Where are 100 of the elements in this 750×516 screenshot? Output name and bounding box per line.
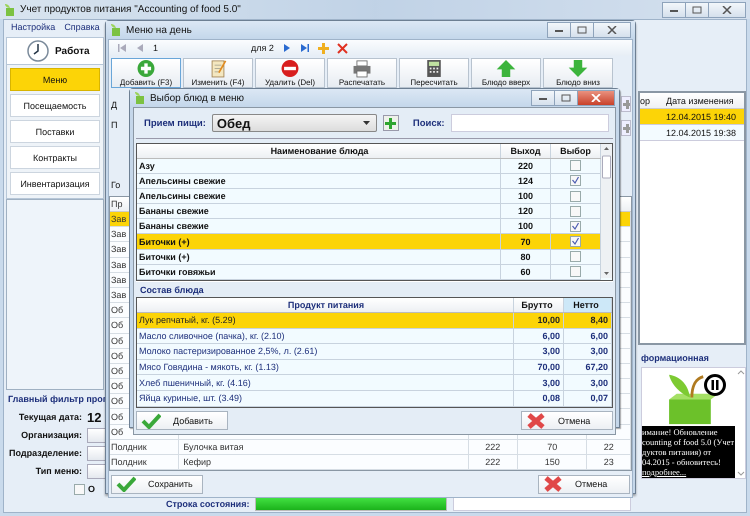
checkbox[interactable] bbox=[570, 251, 581, 262]
date-value: 12 bbox=[87, 410, 102, 424]
maximize-button[interactable] bbox=[554, 90, 578, 106]
scrollbar[interactable] bbox=[737, 368, 745, 478]
table-cell: Зав bbox=[111, 229, 126, 240]
scrollbar[interactable] bbox=[601, 144, 612, 278]
close-icon bbox=[722, 6, 732, 14]
checkbox[interactable] bbox=[570, 160, 581, 172]
status-label: Строка состояния: bbox=[166, 498, 250, 508]
more-link[interactable]: подробнее... bbox=[642, 467, 735, 477]
table-cell: Зав bbox=[111, 214, 126, 224]
toolbar-button[interactable]: Удалить (Del) bbox=[255, 58, 325, 88]
toolbar-button[interactable]: Пересчитать bbox=[399, 58, 469, 88]
select-field[interactable] bbox=[87, 464, 106, 478]
toolbar-button[interactable]: Изменить (F4) bbox=[183, 58, 253, 88]
nav-button[interactable]: Поставки bbox=[10, 120, 100, 143]
work-tab[interactable]: Работа bbox=[6, 37, 104, 64]
close-button[interactable] bbox=[708, 2, 746, 18]
cross-icon bbox=[526, 412, 546, 429]
nav-button[interactable]: Инвентаризация bbox=[10, 172, 100, 195]
column-header: Наименование блюда bbox=[137, 144, 501, 158]
table-cell: 80 bbox=[501, 250, 551, 264]
pause-icon[interactable] bbox=[704, 374, 726, 396]
dialog-button[interactable]: Сохранить bbox=[111, 474, 203, 494]
table-cell: 3,00 bbox=[564, 344, 612, 359]
add-button[interactable] bbox=[382, 115, 399, 131]
table-cell: 70 bbox=[547, 442, 558, 452]
field-label: Тип меню: bbox=[34, 466, 82, 476]
close-button[interactable] bbox=[577, 90, 615, 106]
checkbox[interactable] bbox=[570, 220, 581, 232]
check-icon bbox=[141, 412, 161, 429]
news-text: counting of food 5.0 (Учет bbox=[642, 437, 735, 447]
column-header: Продукт питания bbox=[137, 298, 514, 312]
table-cell: Об bbox=[111, 396, 124, 406]
menu-item[interactable]: Справка bbox=[64, 22, 100, 34]
table-cell: 8,40 bbox=[564, 313, 612, 328]
checkbox[interactable] bbox=[570, 206, 581, 217]
search-field[interactable] bbox=[450, 114, 609, 132]
toolbar-button[interactable]: Блюдо вверх bbox=[471, 58, 541, 88]
menu-item[interactable]: Настройка bbox=[11, 22, 56, 34]
position-field[interactable]: 1 bbox=[153, 43, 243, 53]
checkbox-label: О bbox=[88, 484, 96, 494]
minimize-button[interactable] bbox=[531, 90, 555, 106]
table-cell-text: 12.04.2015 19:40 bbox=[665, 112, 738, 122]
table-cell: Зав bbox=[111, 290, 126, 300]
checkbox[interactable] bbox=[570, 175, 581, 186]
nav-button[interactable]: Посещаемость bbox=[10, 94, 100, 117]
table-cell: Об bbox=[111, 305, 124, 316]
previous-icon[interactable] bbox=[135, 43, 145, 53]
table-cell: Полдник bbox=[111, 457, 147, 468]
table-cell: Хлеб пшеничный, кг. (4.16) bbox=[137, 375, 514, 390]
add-button[interactable] bbox=[621, 120, 631, 136]
toolbar-button[interactable]: Блюдо вниз bbox=[543, 58, 613, 88]
printer-icon bbox=[351, 59, 373, 78]
checkbox[interactable] bbox=[570, 190, 581, 202]
toolbar-button[interactable]: Добавить (F3) bbox=[111, 58, 181, 88]
table-cell: 22 bbox=[604, 442, 614, 452]
checkbox[interactable] bbox=[74, 484, 85, 494]
add-button[interactable] bbox=[621, 96, 631, 112]
select-field[interactable] bbox=[87, 428, 106, 442]
table-cell: Зав bbox=[111, 260, 126, 270]
apple-icon bbox=[110, 23, 122, 37]
news-text: 04.2015 - обновитесь! bbox=[642, 457, 722, 467]
minimize-button[interactable] bbox=[662, 2, 686, 18]
up-arrow-icon bbox=[495, 59, 517, 78]
table-cell: Яйца куриные, шт. (3.49) bbox=[137, 390, 514, 406]
close-icon[interactable] bbox=[336, 42, 348, 54]
next-icon[interactable] bbox=[282, 43, 292, 53]
nav-button[interactable]: Контракты bbox=[10, 146, 100, 169]
table-cell: Молоко пастеризированное 2,5%, л. (2.61) bbox=[137, 344, 514, 359]
column-header: Нетто bbox=[564, 298, 612, 312]
clock-icon bbox=[27, 40, 49, 62]
close-button[interactable] bbox=[593, 22, 631, 38]
nav-button[interactable]: Меню bbox=[10, 68, 100, 91]
table-cell: 0,07 bbox=[564, 390, 612, 406]
field-label: П bbox=[111, 120, 118, 130]
table-cell: Булочка витая bbox=[183, 442, 244, 452]
first-icon[interactable] bbox=[117, 43, 127, 53]
select-field[interactable] bbox=[87, 446, 106, 460]
checkbox[interactable] bbox=[570, 236, 581, 248]
last-icon[interactable] bbox=[300, 43, 310, 53]
column-header: ор bbox=[640, 96, 652, 106]
plus-icon bbox=[622, 124, 630, 132]
table-cell: 150 bbox=[544, 457, 560, 468]
dialog-button[interactable]: Отмена bbox=[538, 474, 630, 494]
dialog-button[interactable]: Отмена bbox=[521, 411, 613, 430]
table-cell: Бананы свежие bbox=[137, 219, 501, 234]
toolbar-button[interactable]: Распечатать bbox=[327, 58, 397, 88]
maximize-button[interactable] bbox=[570, 22, 594, 38]
checkbox[interactable] bbox=[570, 266, 581, 278]
news-text: имание! Обновление bbox=[642, 427, 719, 437]
table-cell: 222 bbox=[485, 442, 500, 452]
meal-dropdown[interactable]: Обед bbox=[212, 114, 377, 132]
apple-icon bbox=[134, 91, 146, 105]
dialog-button[interactable]: Добавить bbox=[136, 411, 228, 430]
table-cell: 60 bbox=[501, 264, 551, 279]
minimize-icon bbox=[554, 27, 564, 33]
table-cell: 6,00 bbox=[514, 328, 564, 344]
minimize-button[interactable] bbox=[547, 22, 571, 38]
maximize-button[interactable] bbox=[685, 2, 709, 18]
